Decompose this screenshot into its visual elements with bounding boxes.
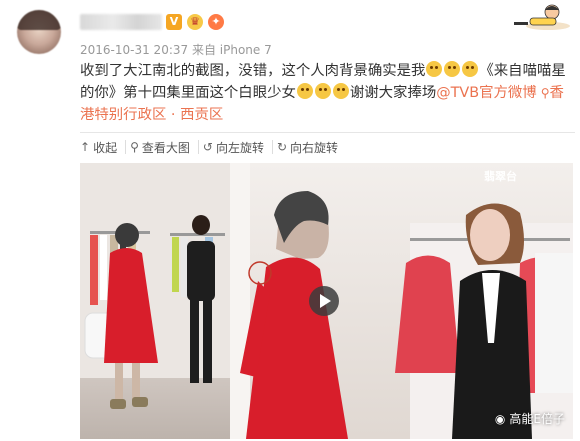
crown-icon: ♛	[187, 14, 203, 30]
weibo-icon: ◉	[494, 411, 506, 426]
rotate-left-icon: ↺	[202, 140, 213, 154]
user-badges: V ♛ ✦	[166, 12, 224, 32]
search-icon: ⚲	[130, 140, 139, 154]
fire-icon: ✦	[208, 14, 224, 30]
avatar[interactable]	[17, 10, 61, 54]
post-text: 收到了大江南北的截图，没错，这个人肉背景确实是我 《来自喵喵星的你》第十四集里面这…	[80, 60, 575, 126]
rotate-right-icon: ↻	[276, 140, 288, 154]
post-meta: 2016-10-31 20:37 来自 iPhone 7	[80, 43, 272, 57]
laugh-emoji-icon	[332, 83, 349, 99]
laugh-emoji-icon	[296, 83, 313, 99]
divider	[80, 132, 575, 133]
rotate-left-button[interactable]: ↺ 向左旋转	[202, 140, 273, 155]
play-button[interactable]	[309, 286, 339, 316]
cartoon-sticker-icon	[514, 4, 570, 30]
tvb-logo: 翡翠台	[484, 170, 517, 183]
verified-icon: V	[166, 14, 182, 30]
watermark: ◉ 高能E倍子	[494, 411, 565, 427]
post-image[interactable]: 翡翠台 ◉ 高能E倍子	[80, 163, 573, 439]
username-blurred[interactable]	[80, 14, 162, 30]
post-text-part3: 谢谢大家捧场	[349, 85, 437, 101]
laugh-emoji-icon	[426, 61, 443, 77]
collapse-button[interactable]: ↑ 收起	[80, 140, 127, 155]
location-pin-icon: ⚲	[540, 86, 550, 100]
laugh-emoji-icon	[444, 61, 461, 77]
rotate-right-button[interactable]: ↻ 向右旋转	[276, 140, 346, 155]
post-text-part1: 收到了大江南北的截图，没错，这个人肉背景确实是我	[80, 63, 426, 79]
laugh-emoji-icon	[462, 61, 479, 77]
view-large-button[interactable]: ⚲ 查看大图	[130, 140, 199, 155]
image-toolbar: ↑ 收起 ⚲ 查看大图 ↺ 向左旋转 ↻ 向右旋转	[80, 137, 350, 157]
laugh-emoji-icon	[314, 83, 331, 99]
mention-link[interactable]: @TVB官方微博	[436, 85, 536, 101]
collapse-icon: ↑	[80, 140, 91, 154]
